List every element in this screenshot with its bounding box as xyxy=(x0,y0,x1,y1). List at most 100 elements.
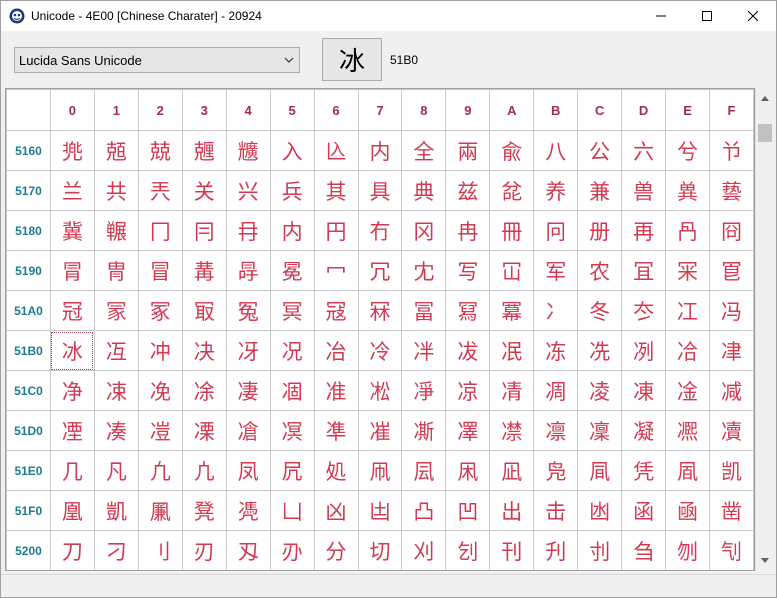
char-cell[interactable]: 冨 xyxy=(401,290,447,331)
char-cell[interactable]: 冒 xyxy=(137,250,183,291)
char-cell[interactable]: 冷 xyxy=(357,330,403,371)
char-cell[interactable]: 凙 xyxy=(445,410,491,451)
char-cell[interactable]: 刎 xyxy=(665,530,711,570)
char-cell[interactable]: 冱 xyxy=(93,330,139,371)
char-cell[interactable]: 凞 xyxy=(665,410,711,451)
font-dropdown[interactable]: Lucida Sans Unicode xyxy=(14,47,300,73)
char-cell[interactable]: 全 xyxy=(401,130,447,171)
char-cell[interactable]: 凾 xyxy=(665,490,711,531)
char-cell[interactable]: 凋 xyxy=(533,370,579,411)
char-cell[interactable]: 凃 xyxy=(181,370,227,411)
char-cell[interactable]: 减 xyxy=(709,370,754,411)
char-cell[interactable]: 処 xyxy=(313,450,359,491)
char-cell[interactable]: 冾 xyxy=(665,330,711,371)
char-cell[interactable]: 冎 xyxy=(665,210,711,251)
char-cell[interactable]: 冈 xyxy=(401,210,447,251)
char-cell[interactable]: 冗 xyxy=(357,250,403,291)
char-cell[interactable]: 冞 xyxy=(665,250,711,291)
char-cell[interactable]: 写 xyxy=(445,250,491,291)
char-cell[interactable]: 凢 xyxy=(137,450,183,491)
char-cell[interactable]: 兲 xyxy=(137,170,183,211)
char-cell[interactable]: 冧 xyxy=(357,290,403,331)
char-cell[interactable]: 再 xyxy=(621,210,667,251)
char-cell[interactable]: 刅 xyxy=(269,530,315,570)
char-cell[interactable]: 凳 xyxy=(181,490,227,531)
char-cell[interactable]: 凌 xyxy=(577,370,623,411)
char-cell[interactable]: 凍 xyxy=(621,370,667,411)
char-cell[interactable]: 冚 xyxy=(489,250,535,291)
char-cell[interactable]: 冄 xyxy=(225,210,271,251)
char-cell[interactable]: 凁 xyxy=(93,370,139,411)
char-cell[interactable]: 凬 xyxy=(577,450,623,491)
char-cell[interactable]: 凨 xyxy=(401,450,447,491)
char-cell[interactable]: 凤 xyxy=(225,450,271,491)
char-cell[interactable]: 冰 xyxy=(49,330,95,371)
char-cell[interactable]: 冲 xyxy=(137,330,183,371)
char-cell[interactable]: 决 xyxy=(181,330,227,371)
char-cell[interactable]: 冫 xyxy=(533,290,579,331)
char-cell[interactable]: 兦 xyxy=(313,130,359,171)
char-cell[interactable]: 凹 xyxy=(445,490,491,531)
char-cell[interactable]: 凶 xyxy=(313,490,359,531)
char-cell[interactable]: 冋 xyxy=(533,210,579,251)
char-cell[interactable]: 刈 xyxy=(401,530,447,570)
char-cell[interactable]: 况 xyxy=(269,330,315,371)
char-cell[interactable]: 冸 xyxy=(401,330,447,371)
char-cell[interactable]: 凒 xyxy=(137,410,183,451)
char-cell[interactable]: 公 xyxy=(577,130,623,171)
char-cell[interactable]: 冪 xyxy=(489,290,535,331)
char-cell[interactable]: 凿 xyxy=(709,490,754,531)
char-cell[interactable]: 刊 xyxy=(489,530,535,570)
char-cell[interactable]: 冡 xyxy=(93,290,139,331)
char-cell[interactable]: 凕 xyxy=(269,410,315,451)
char-cell[interactable]: 冢 xyxy=(137,290,183,331)
char-cell[interactable]: 具 xyxy=(357,170,403,211)
char-cell[interactable]: 凴 xyxy=(225,490,271,531)
char-cell[interactable]: 内 xyxy=(269,210,315,251)
char-cell[interactable]: 凮 xyxy=(665,450,711,491)
char-cell[interactable]: 凛 xyxy=(533,410,579,451)
char-cell[interactable]: 凭 xyxy=(621,450,667,491)
char-cell[interactable]: 冝 xyxy=(621,250,667,291)
char-cell[interactable]: 刋 xyxy=(533,530,579,570)
char-cell[interactable]: 其 xyxy=(313,170,359,211)
char-cell[interactable]: 兿 xyxy=(709,170,754,211)
char-cell[interactable]: 凖 xyxy=(313,410,359,451)
char-cell[interactable]: 凅 xyxy=(269,370,315,411)
char-cell[interactable]: 冠 xyxy=(49,290,95,331)
char-cell[interactable]: 凎 xyxy=(665,370,711,411)
char-cell[interactable]: 冕 xyxy=(269,250,315,291)
char-cell[interactable]: 养 xyxy=(533,170,579,211)
char-cell[interactable]: 冐 xyxy=(49,250,95,291)
char-cell[interactable]: 冽 xyxy=(621,330,667,371)
char-cell[interactable]: 冔 xyxy=(225,250,271,291)
char-cell[interactable]: 凣 xyxy=(181,450,227,491)
char-cell[interactable]: 凂 xyxy=(137,370,183,411)
char-cell[interactable]: 军 xyxy=(533,250,579,291)
char-cell[interactable]: 刌 xyxy=(577,530,623,570)
char-cell[interactable]: 兵 xyxy=(269,170,315,211)
char-cell[interactable]: 冬 xyxy=(577,290,623,331)
char-cell[interactable]: 刍 xyxy=(621,530,667,570)
char-cell[interactable]: 冊 xyxy=(489,210,535,251)
char-cell[interactable]: 凲 xyxy=(137,490,183,531)
char-cell[interactable]: 凡 xyxy=(93,450,139,491)
char-cell[interactable]: 刉 xyxy=(445,530,491,570)
char-cell[interactable]: 冘 xyxy=(401,250,447,291)
char-cell[interactable]: 凱 xyxy=(93,490,139,531)
char-cell[interactable]: 冶 xyxy=(313,330,359,371)
char-cell[interactable]: 冓 xyxy=(181,250,227,291)
char-cell[interactable]: 兾 xyxy=(665,170,711,211)
char-cell[interactable]: 兰 xyxy=(49,170,95,211)
char-cell[interactable]: 凔 xyxy=(225,410,271,451)
char-cell[interactable]: 冥 xyxy=(269,290,315,331)
char-cell[interactable]: 冇 xyxy=(357,210,403,251)
char-cell[interactable]: 兣 xyxy=(181,130,227,171)
char-cell[interactable]: 分 xyxy=(313,530,359,570)
char-cell[interactable]: 凧 xyxy=(357,450,403,491)
char-cell[interactable]: 刁 xyxy=(93,530,139,570)
char-cell[interactable]: 凊 xyxy=(489,370,535,411)
char-cell[interactable]: 刀 xyxy=(49,530,95,570)
char-cell[interactable]: 冴 xyxy=(225,330,271,371)
char-cell[interactable]: 冩 xyxy=(445,290,491,331)
